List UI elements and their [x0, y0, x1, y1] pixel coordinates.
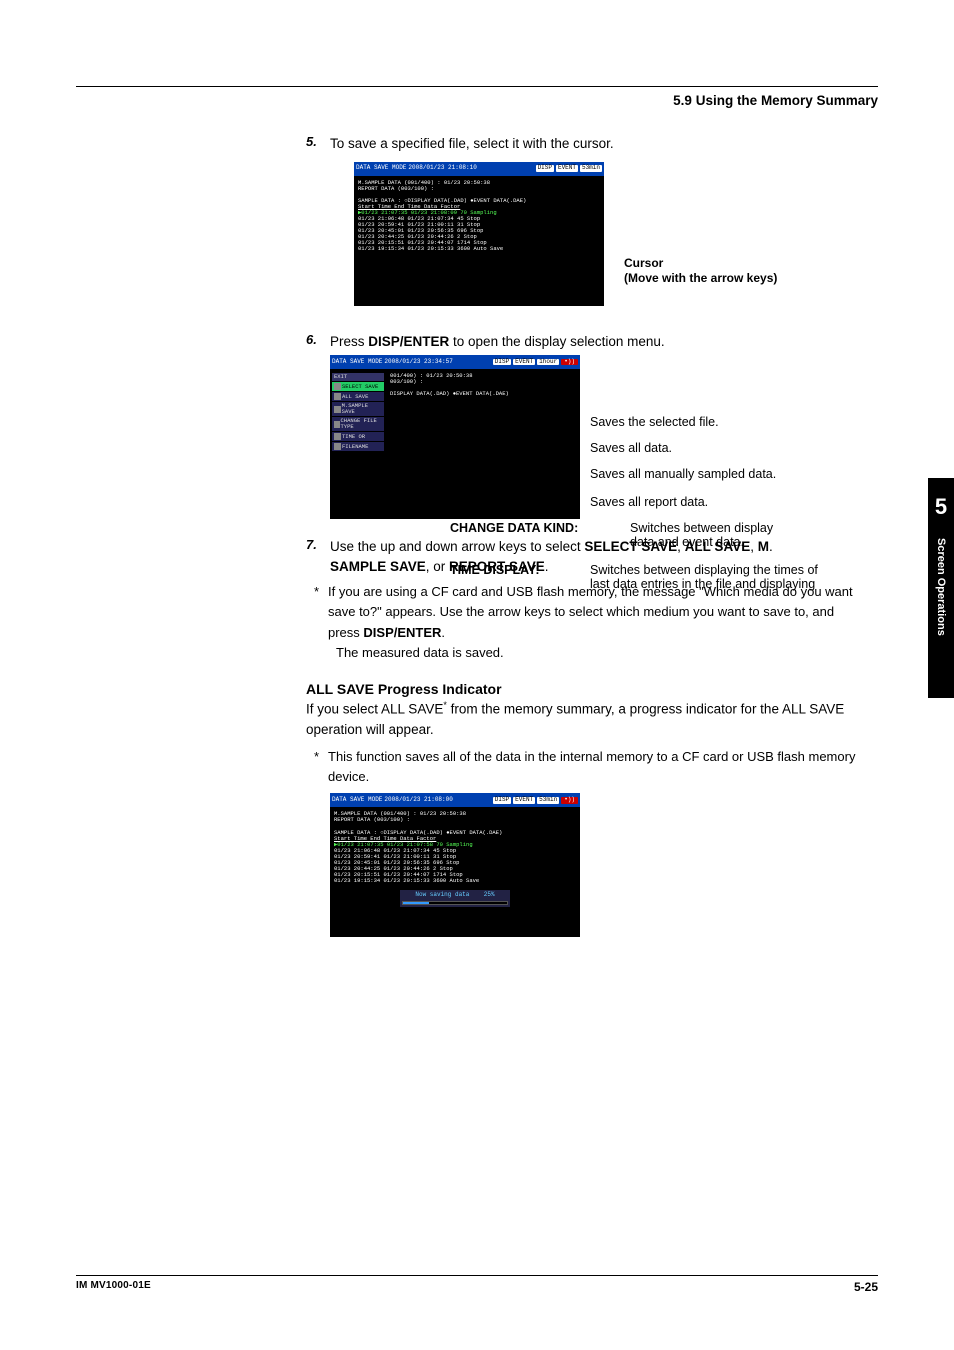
footer-page-number: 5-25	[854, 1280, 878, 1294]
dev3-row6: 01/23 19:15:34 01/23 20:15:33 3600 Auto …	[334, 878, 576, 884]
co-msample-label: M.SAMPLE SAVE:	[450, 467, 590, 481]
dev3-title: DATA SAVE MODE	[332, 797, 382, 804]
dev1-report: REPORT DATA (003/100) :	[358, 186, 600, 192]
co-select-save-label: SELECT SAVE:	[450, 415, 590, 429]
menu-change-type[interactable]: CHANGE FILE TYPE	[332, 417, 384, 431]
co-all-save-desc: Saves all data.	[590, 441, 672, 455]
co-all-save-label: ALL SAVE:	[450, 441, 590, 455]
dev3-ts: 2008/01/23 21:08:00	[384, 797, 452, 804]
menu-msample-save[interactable]: M.SAMPLE SAVE	[332, 402, 384, 416]
dev1-title: DATA SAVE MODE	[356, 165, 406, 172]
co-time-desc2: last data entries in the file and displa…	[590, 577, 818, 591]
allsave-paragraph: If you select ALL SAVE* from the memory …	[306, 699, 878, 741]
period-top-1: 53min	[580, 165, 602, 172]
event-icon-2: EVENT	[513, 359, 535, 366]
co-change-label: CHANGE DATA KIND:	[450, 521, 630, 535]
rec-icon: •))	[561, 359, 578, 366]
co-select-save-desc: Saves the selected file.	[590, 415, 719, 429]
save-icon	[334, 393, 341, 400]
file-icon	[334, 443, 341, 450]
step5-text: To save a specified file, select it with…	[330, 134, 878, 154]
co-change-desc2: data and event data.	[630, 535, 818, 549]
dev3-report: REPORT DATA (003/100) :	[334, 817, 576, 823]
section-title: 5.9 Using the Memory Summary	[76, 93, 878, 108]
step6-num: 6.	[306, 332, 330, 352]
dev2-title: DATA SAVE MODE	[332, 359, 382, 366]
device-screenshot-1: DATA SAVE MODE 2008/01/23 21:08:10 DISP …	[354, 162, 604, 306]
rec-icon-3: •))	[561, 797, 578, 804]
allsave-note: *This function saves all of the data in …	[314, 747, 878, 787]
disp-icon-3: DISP	[493, 797, 511, 804]
dev2-info2: 003/100) :	[390, 379, 576, 385]
co-report-label: REPORT SAVE:	[450, 495, 590, 509]
co-change-desc1: Switches between display	[630, 521, 773, 535]
dev1-row6: 01/23 19:15:34 01/23 20:15:33 3600 Auto …	[358, 246, 600, 252]
dev1-ts: 2008/01/23 21:08:10	[408, 165, 476, 172]
step7-note: *If you are using a CF card and USB flas…	[314, 582, 878, 663]
clock-icon	[334, 433, 341, 440]
menu-time-or[interactable]: TIME OR	[332, 432, 384, 441]
co-time-desc1: Switches between displaying the times of	[590, 563, 818, 577]
dev2-ts: 2008/01/23 23:34:57	[384, 359, 452, 366]
chapter-number: 5	[928, 478, 954, 520]
allsave-heading: ALL SAVE Progress Indicator	[306, 681, 878, 697]
period-top-3: 53min	[537, 797, 559, 804]
disp-icon: DISP	[536, 165, 554, 172]
event-icon-3: EVENT	[513, 797, 535, 804]
step5-num: 5.	[306, 134, 330, 154]
save-icon	[334, 406, 341, 413]
step7-num: 7.	[306, 537, 330, 576]
event-icon: EVENT	[556, 165, 578, 172]
menu-filename[interactable]: FILENAME	[332, 442, 384, 451]
chapter-label: Screen Operations	[935, 538, 947, 636]
co-time-label: TIME DISPLAY:	[450, 563, 590, 577]
device-screenshot-3: DATA SAVE MODE 2008/01/23 21:08:00 DISP …	[330, 793, 580, 937]
progress-fill	[403, 902, 429, 904]
co-report-desc: Saves all report data.	[590, 495, 708, 509]
footer-doc-id: IM MV1000-01E	[76, 1280, 151, 1294]
disp-icon-2: DISP	[493, 359, 511, 366]
co-msample-desc: Saves all manually sampled data.	[590, 467, 776, 481]
cursor-label: Cursor (Move with the arrow keys)	[624, 256, 777, 287]
swap-icon	[334, 421, 340, 428]
chapter-tab: 5 Screen Operations	[928, 478, 954, 698]
period-top-2: 1hour	[537, 359, 559, 366]
menu-exit[interactable]: EXIT	[332, 373, 384, 381]
menu-all-save[interactable]: ALL SAVE	[332, 392, 384, 401]
progress-dialog: Now saving data 25%	[400, 890, 510, 907]
save-icon	[334, 383, 341, 390]
step6-text: Press DISP/ENTER to open the display sel…	[330, 332, 878, 352]
menu-select-save[interactable]: SELECT SAVE	[332, 382, 384, 391]
dev2-hdr: DISPLAY DATA(.DAD) ●EVENT DATA(.DAE)	[390, 391, 576, 397]
